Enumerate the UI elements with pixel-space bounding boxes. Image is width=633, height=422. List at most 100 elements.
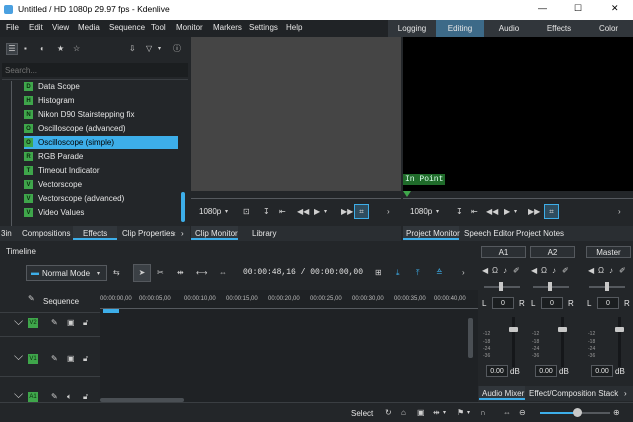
- split-icon[interactable]: ⇹: [433, 408, 440, 418]
- forward-icon[interactable]: ▶▶: [528, 207, 540, 217]
- effect-item[interactable]: H Histogram: [24, 94, 178, 107]
- fader-handle[interactable]: [509, 327, 518, 332]
- lock-icon[interactable]: 🔓︎: [83, 318, 88, 328]
- tab-compositions[interactable]: Compositions: [22, 229, 70, 238]
- zoom-in-icon[interactable]: ⊕: [613, 408, 620, 418]
- effect-item[interactable]: V Vectorscope: [24, 178, 178, 191]
- search-input[interactable]: [2, 63, 188, 77]
- play-icon[interactable]: ▶: [504, 207, 510, 217]
- info-icon[interactable]: ⓘ: [173, 44, 181, 54]
- workspace-logging[interactable]: Logging: [388, 20, 436, 37]
- custom-effects-icon[interactable]: ★: [57, 44, 64, 54]
- rewind-icon[interactable]: ◀◀: [297, 207, 309, 217]
- timeline-vscroll[interactable]: [468, 318, 473, 358]
- tab-effects[interactable]: Effects: [83, 229, 107, 238]
- tab-scroll-left-icon[interactable]: ‹: [173, 229, 176, 238]
- headphones-icon[interactable]: Ω: [492, 266, 498, 276]
- track-name[interactable]: V1: [28, 354, 38, 364]
- workspace-effects[interactable]: Effects: [534, 20, 584, 37]
- chevron-down-icon[interactable]: ▾: [436, 207, 439, 217]
- tab-effect-stack[interactable]: Effect/Composition Stack: [529, 389, 618, 398]
- mute-icon[interactable]: ◀: [588, 266, 594, 276]
- volume-fader[interactable]: [561, 317, 564, 367]
- volume-db[interactable]: 0.00: [591, 365, 613, 377]
- effects-icon[interactable]: ✐: [619, 266, 626, 276]
- balance-value[interactable]: 0: [597, 297, 619, 309]
- close-button[interactable]: ✕: [611, 3, 619, 14]
- collapse-icon[interactable]: ⌵: [14, 388, 23, 400]
- slip-tool-icon[interactable]: ⇔: [219, 268, 227, 278]
- speaker-icon[interactable]: 🔈︎: [67, 392, 72, 402]
- snap-icon[interactable]: ⊞: [375, 268, 382, 278]
- mute-icon[interactable]: ◀: [482, 266, 488, 276]
- overwrite-icon[interactable]: ⤒: [416, 268, 420, 278]
- zone-icon[interactable]: ⌗: [354, 204, 369, 219]
- fader-handle[interactable]: [615, 327, 624, 332]
- workspace-editing[interactable]: Editing: [436, 20, 484, 37]
- mute-icon[interactable]: ◀: [531, 266, 537, 276]
- project-monitor-ruler[interactable]: [403, 191, 633, 201]
- zone-icon[interactable]: ⌗: [544, 204, 559, 219]
- ripple-tool-icon[interactable]: ⟷: [196, 268, 207, 278]
- microphone-icon[interactable]: ♪: [609, 266, 613, 276]
- playhead-marker[interactable]: [103, 309, 119, 313]
- menu-media[interactable]: Media: [78, 23, 100, 32]
- tab-project-notes[interactable]: Project Notes: [516, 229, 564, 238]
- chevron-down-icon[interactable]: ▾: [225, 207, 228, 217]
- more-icon[interactable]: ›: [462, 268, 465, 278]
- tab-bin[interactable]: 3in: [1, 229, 12, 238]
- track-name[interactable]: A1: [28, 392, 38, 402]
- timecode-display[interactable]: 00:00:48,16 / 00:00:00,00: [243, 268, 363, 277]
- headphones-icon[interactable]: Ω: [541, 266, 547, 276]
- chevron-down-icon[interactable]: ▾: [443, 408, 446, 418]
- track-name[interactable]: V2: [28, 318, 38, 328]
- audio-effects-icon[interactable]: ◐: [40, 44, 45, 54]
- microphone-icon[interactable]: ♪: [552, 266, 556, 276]
- collapse-icon[interactable]: ⌵: [14, 315, 23, 327]
- filter-dropdown-icon[interactable]: ▾: [158, 44, 161, 54]
- lock-icon[interactable]: 🔓︎: [83, 354, 88, 364]
- effect-item[interactable]: R RGB Parade: [24, 150, 178, 163]
- play-options-icon[interactable]: ▾: [514, 207, 517, 217]
- tab-project-monitor[interactable]: Project Monitor: [406, 229, 460, 238]
- clip-monitor-ruler[interactable]: [191, 191, 401, 201]
- minimize-button[interactable]: —: [538, 3, 547, 13]
- film-icon[interactable]: ▣: [67, 354, 75, 364]
- pencil-icon[interactable]: ✎: [51, 318, 58, 328]
- menu-tool[interactable]: Tool: [151, 23, 166, 32]
- timeline-area[interactable]: [100, 290, 478, 405]
- effect-item[interactable]: N Nikon D90 Stairstepping fix: [24, 108, 178, 121]
- flag-icon[interactable]: ⚑: [457, 408, 464, 418]
- effect-item[interactable]: O Oscilloscope (advanced): [24, 122, 178, 135]
- project-resolution-select[interactable]: 1080p: [410, 207, 432, 216]
- maximize-button[interactable]: ☐: [574, 3, 582, 14]
- list-view-icon[interactable]: ☰: [6, 43, 18, 55]
- chevron-down-icon[interactable]: ▾: [467, 408, 470, 418]
- film-icon[interactable]: ▣: [67, 318, 75, 328]
- previous-marker-icon[interactable]: ⇤: [471, 207, 478, 217]
- save-icon[interactable]: ▪: [24, 44, 27, 54]
- pencil-icon[interactable]: ✎: [51, 392, 58, 402]
- menu-markers[interactable]: Markers: [213, 23, 242, 32]
- favorite-icon[interactable]: ☆: [73, 44, 80, 54]
- collapse-icon[interactable]: ⌵: [14, 350, 23, 362]
- refresh-icon[interactable]: ↻: [385, 408, 392, 418]
- balance-value[interactable]: 0: [492, 297, 514, 309]
- forward-icon[interactable]: ▶▶: [341, 207, 353, 217]
- tab-scroll-right-icon[interactable]: ›: [181, 229, 184, 238]
- effect-item[interactable]: V Video Values: [24, 206, 178, 219]
- tab-audio-mixer[interactable]: Audio Mixer: [482, 389, 524, 398]
- lock-icon[interactable]: 🔓︎: [83, 392, 88, 402]
- razor-tool-icon[interactable]: ✂: [157, 268, 164, 278]
- overlay-icon[interactable]: ⊡: [243, 207, 250, 217]
- volume-db[interactable]: 0.00: [486, 365, 508, 377]
- zoom-out-icon[interactable]: ⊖: [519, 408, 526, 418]
- effect-item[interactable]: V Vectorscope (advanced): [24, 192, 178, 205]
- tag-icon[interactable]: ⌂: [401, 408, 406, 418]
- effects-scrollbar[interactable]: [181, 192, 185, 222]
- filter-icon[interactable]: ▽: [146, 44, 152, 54]
- download-icon[interactable]: ⇩: [129, 44, 136, 54]
- menu-sequence[interactable]: Sequence: [109, 23, 145, 32]
- fader-handle[interactable]: [558, 327, 567, 332]
- menu-help[interactable]: Help: [286, 23, 302, 32]
